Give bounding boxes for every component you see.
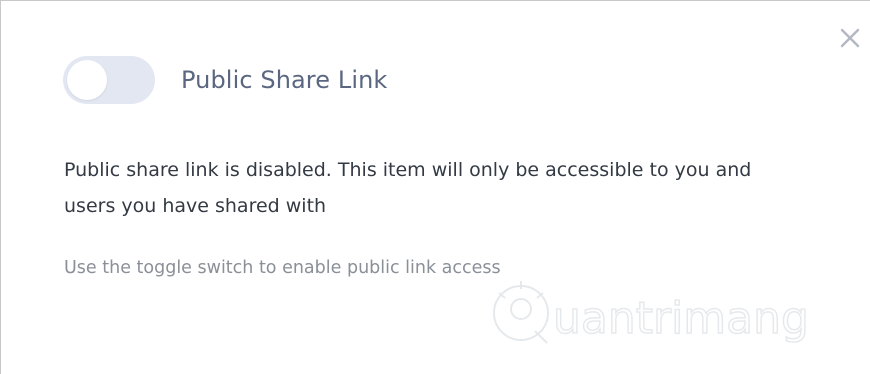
dialog-title: Public Share Link [181,66,388,94]
toggle-knob [67,60,107,100]
watermark-logo: uantrimang [483,271,813,351]
status-description: Public share link is disabled. This item… [64,159,752,217]
close-button[interactable] [837,25,863,51]
public-link-toggle[interactable] [63,56,155,104]
watermark-text: uantrimang [553,293,809,344]
close-icon [840,28,860,48]
dialog-header: Public Share Link [63,56,387,104]
share-dialog: Public Share Link Public share link is d… [0,0,870,374]
hint-text: Use the toggle switch to enable public l… [64,258,501,278]
